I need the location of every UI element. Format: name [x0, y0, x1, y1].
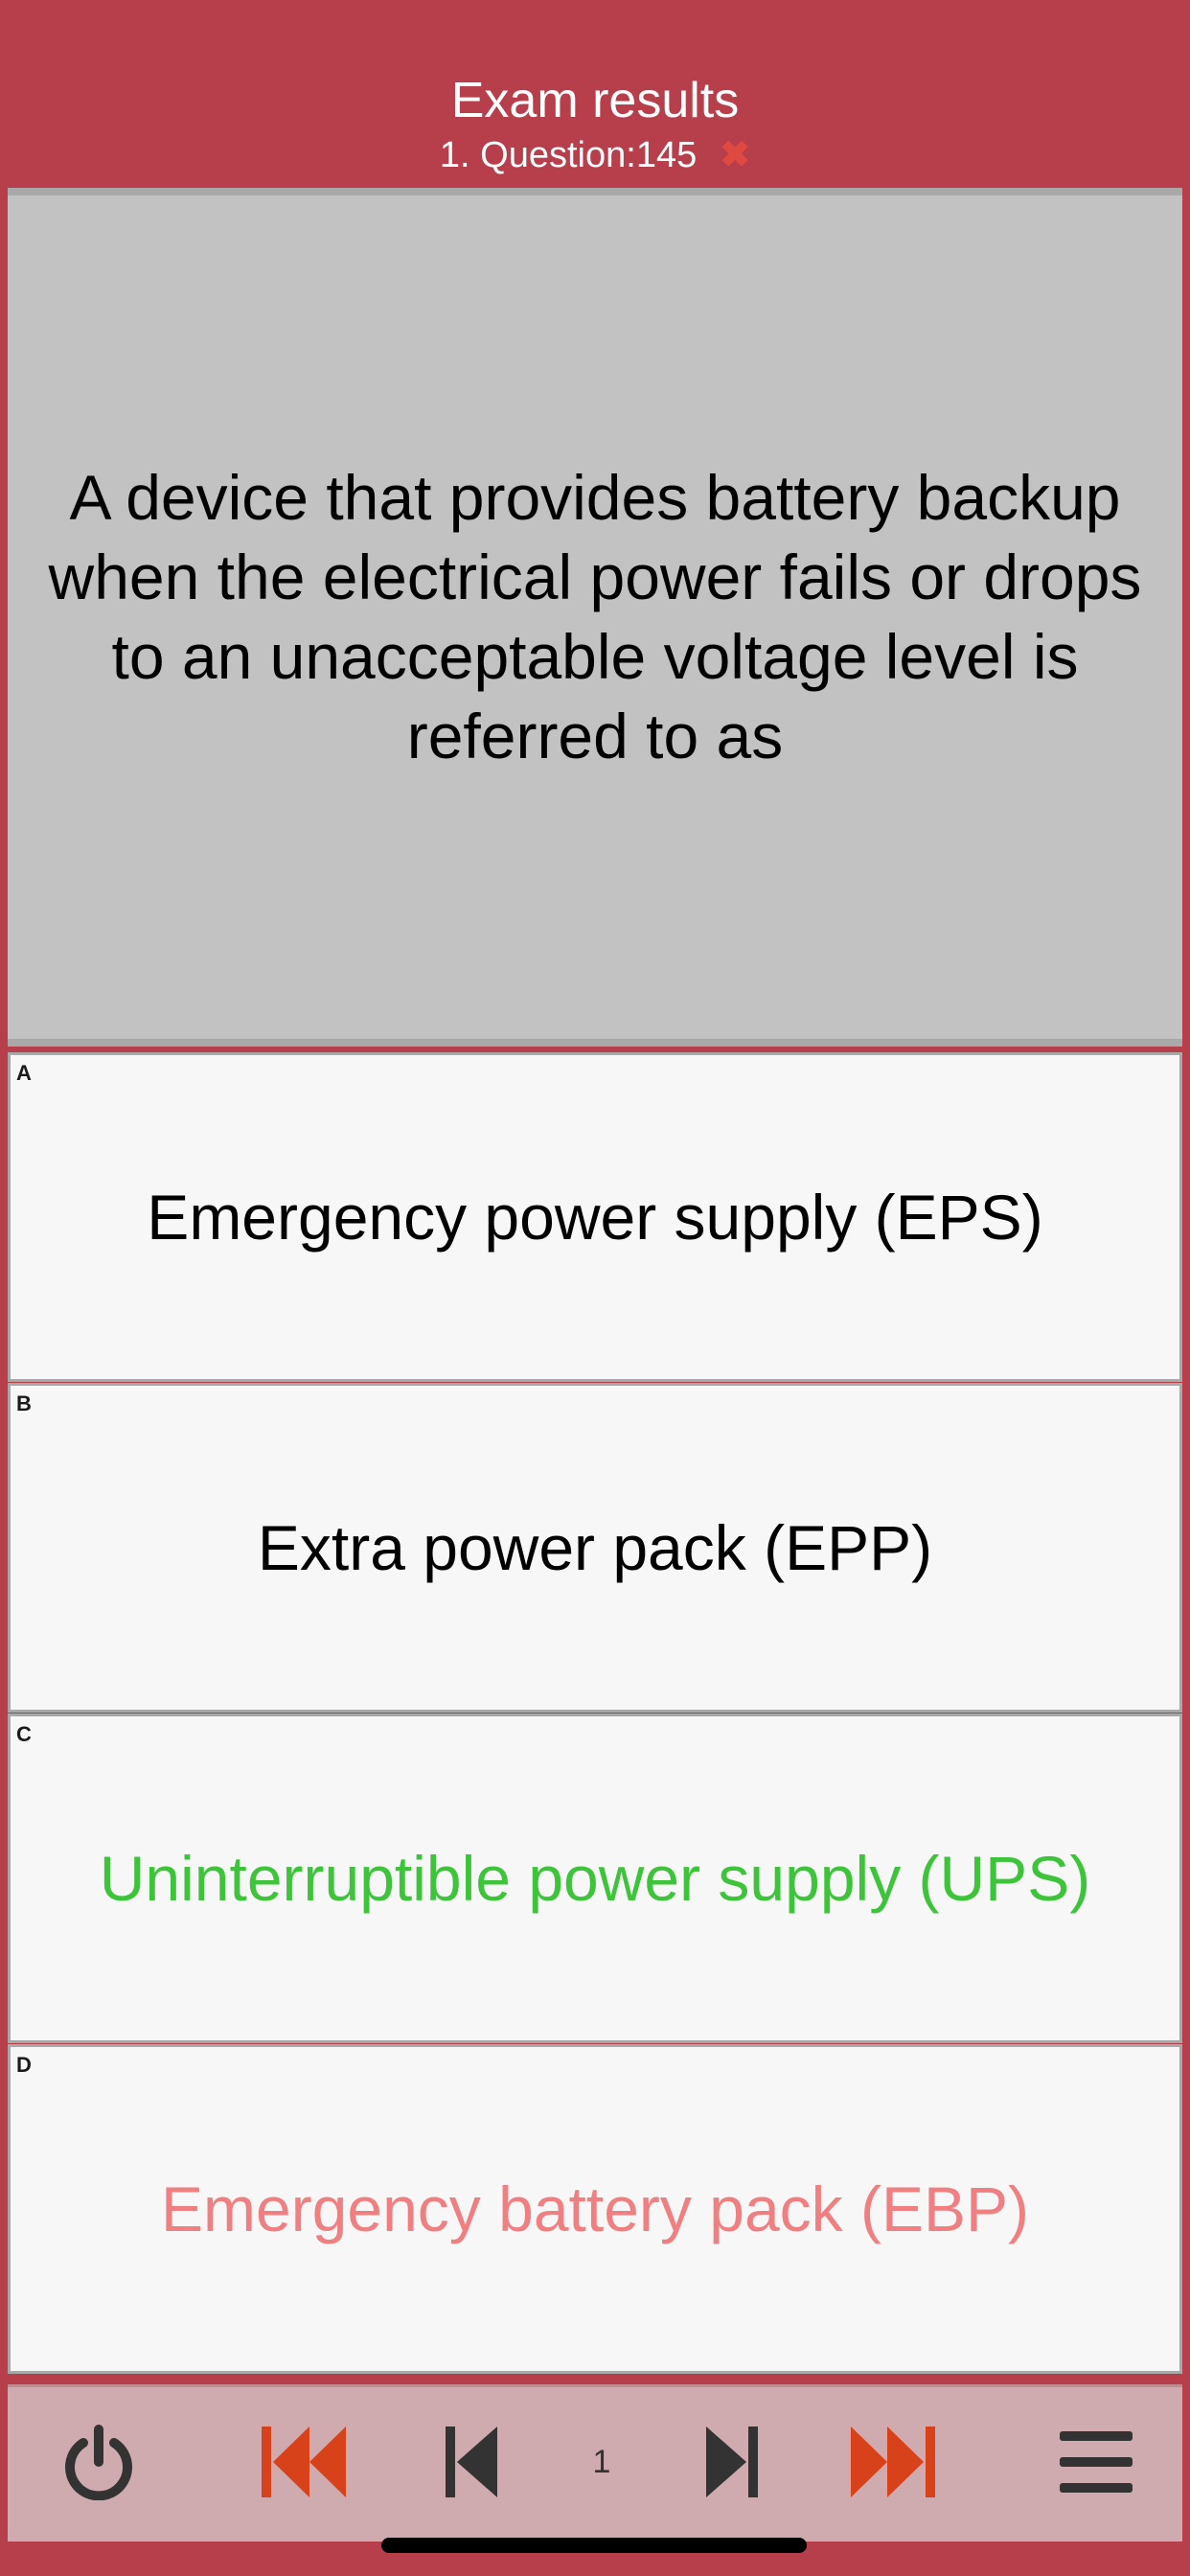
- home-indicator[interactable]: [381, 2538, 807, 2553]
- next-question-button[interactable]: [688, 2414, 774, 2510]
- answer-letter: B: [16, 1392, 32, 1415]
- previous-question-button[interactable]: [429, 2414, 515, 2510]
- header-bar: Exam results 1. Question:145 ✖: [0, 0, 1190, 182]
- power-icon: [65, 2425, 132, 2500]
- answer-letter: C: [16, 1722, 32, 1746]
- last-icon: [851, 2426, 935, 2497]
- answer-option-b[interactable]: B Extra power pack (EPP): [8, 1383, 1182, 1713]
- question-panel: A device that provides battery backup wh…: [8, 188, 1182, 1046]
- answer-option-c[interactable]: C Uninterruptible power supply (UPS): [8, 1714, 1182, 2043]
- answer-option-a[interactable]: A Emergency power supply (EPS): [8, 1052, 1182, 1382]
- page-indicator: 1: [563, 2414, 640, 2510]
- answer-text: Extra power pack (EPP): [257, 1512, 933, 1583]
- answer-letter: A: [16, 1061, 32, 1085]
- answer-text: Emergency battery pack (EBP): [160, 2174, 1030, 2244]
- page-number: 1: [592, 2443, 611, 2480]
- next-icon: [706, 2426, 758, 2497]
- question-number: 1. Question:145: [439, 135, 698, 175]
- bottom-navigation: 1: [8, 2384, 1182, 2542]
- page-title: Exam results: [450, 73, 740, 128]
- prev-icon: [446, 2426, 497, 2497]
- last-question-button[interactable]: [839, 2414, 945, 2510]
- answer-option-d[interactable]: D Emergency battery pack (EBP): [8, 2044, 1182, 2374]
- answer-text: Emergency power supply (EPS): [147, 1182, 1043, 1253]
- menu-icon: [1060, 2431, 1133, 2493]
- answer-text: Uninterruptible power supply (UPS): [99, 1843, 1091, 1914]
- menu-button[interactable]: [1048, 2414, 1144, 2510]
- first-question-button[interactable]: [252, 2414, 357, 2510]
- question-indicator: 1. Question:145 ✖: [0, 132, 1190, 178]
- wrong-answer-icon: ✖: [720, 135, 751, 175]
- answer-letter: D: [16, 2053, 32, 2077]
- first-icon: [262, 2426, 346, 2497]
- question-text: A device that provides battery backup wh…: [48, 462, 1142, 771]
- power-button[interactable]: [46, 2414, 151, 2510]
